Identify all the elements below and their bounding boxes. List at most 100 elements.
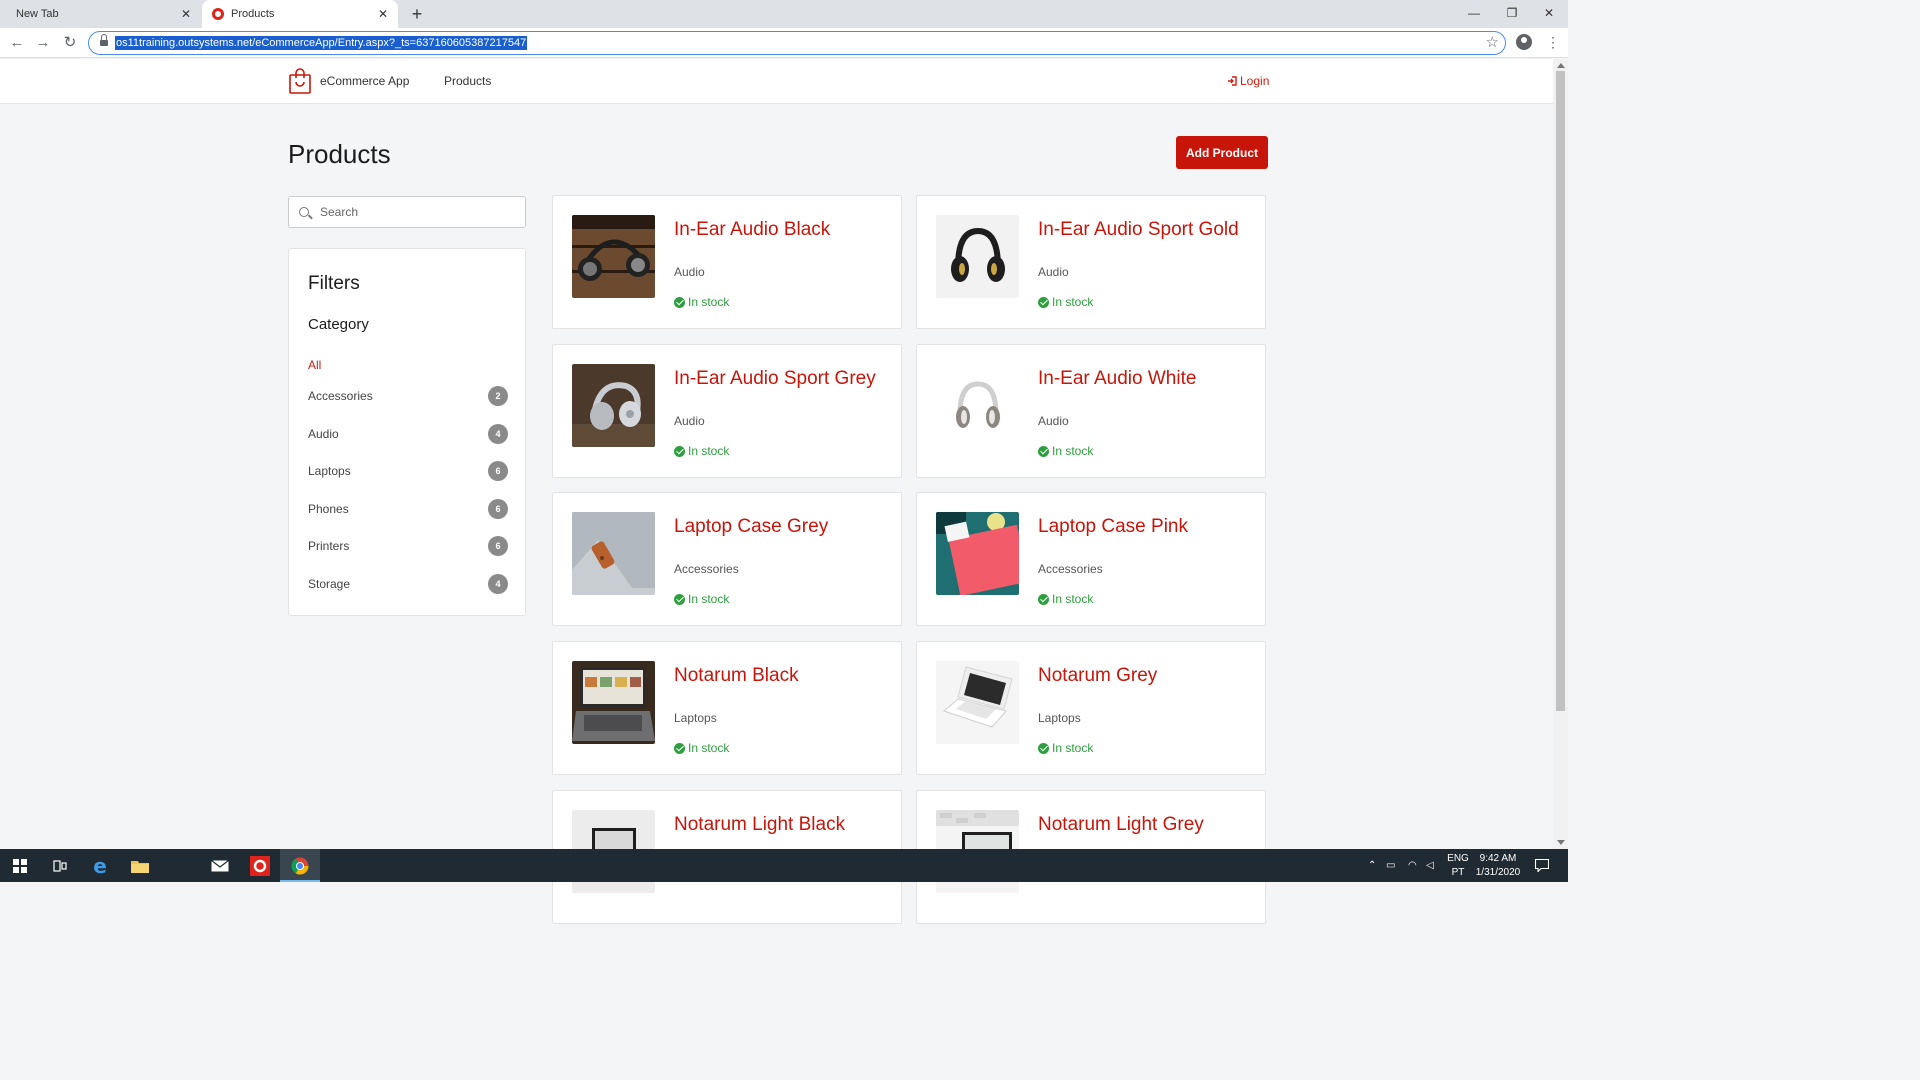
mail-icon[interactable] — [200, 849, 240, 882]
close-window-icon[interactable]: ✕ — [1539, 4, 1559, 22]
product-image-headphones-grey-on-wood[interactable] — [572, 364, 655, 447]
product-card[interactable]: Laptop Case Pink Accessories In stock — [916, 492, 1266, 626]
product-name[interactable]: In-Ear Audio Black — [674, 219, 830, 241]
category-label: Laptops — [308, 464, 351, 478]
show-hidden-icons-icon[interactable]: ⌃ — [1368, 849, 1376, 882]
stock-status: In stock — [674, 444, 729, 458]
count-badge: 6 — [488, 461, 508, 481]
profile-icon[interactable] — [1516, 34, 1532, 50]
product-name[interactable]: In-Ear Audio White — [1038, 368, 1196, 390]
close-icon[interactable]: ✕ — [376, 7, 390, 21]
category-filter-all[interactable]: All — [308, 355, 508, 375]
product-category: Audio — [674, 414, 705, 428]
file-explorer-icon[interactable] — [120, 849, 160, 882]
windows-start-icon[interactable] — [0, 849, 40, 882]
stock-label: In stock — [1052, 295, 1094, 309]
search-input[interactable] — [320, 203, 515, 221]
language-line: ENG — [1447, 853, 1469, 864]
check-circle-icon — [674, 296, 685, 308]
page-scrollbar[interactable] — [1553, 59, 1568, 849]
product-image-headphones-on-wood[interactable] — [572, 215, 655, 298]
tab-products[interactable]: Products ✕ — [202, 0, 398, 28]
product-category: Laptops — [1038, 711, 1081, 725]
product-image-felt-case-grey[interactable] — [572, 512, 655, 595]
restore-icon[interactable]: ❐ — [1502, 4, 1522, 22]
product-category: Laptops — [674, 711, 717, 725]
minimize-icon[interactable]: — — [1464, 4, 1484, 22]
scrollbar-thumb[interactable] — [1556, 71, 1565, 711]
stock-status: In stock — [674, 741, 729, 755]
back-icon[interactable]: ← — [7, 33, 27, 53]
outsystems-app-icon[interactable] — [240, 849, 280, 882]
product-image-laptop-white[interactable] — [936, 661, 1019, 744]
product-image-case-pink-teal[interactable] — [936, 512, 1019, 595]
app-header: eCommerce App Products Login — [0, 59, 1553, 104]
category-filter-accessories[interactable]: Accessories 2 — [308, 386, 508, 406]
chrome-browser-icon[interactable] — [280, 849, 320, 882]
reload-icon[interactable]: ↻ — [60, 33, 80, 53]
search-box[interactable] — [288, 196, 526, 228]
stock-label: In stock — [688, 444, 730, 458]
clock-date: 1/31/2020 — [1475, 867, 1521, 878]
product-card[interactable]: Notarum Black Laptops In stock — [552, 641, 902, 775]
browser-toolbar: ← → ↻ os11training.outsystems.net/eComme… — [0, 28, 1568, 58]
product-category: Accessories — [674, 562, 739, 576]
task-view-icon[interactable] — [40, 849, 80, 882]
filters-panel: Filters Category All Accessories 2 Audio… — [288, 248, 526, 616]
product-card[interactable]: In-Ear Audio White Audio In stock — [916, 344, 1266, 478]
product-card[interactable]: In-Ear Audio Sport Grey Audio In stock — [552, 344, 902, 478]
category-filter-phones[interactable]: Phones 6 — [308, 499, 508, 519]
product-name[interactable]: Notarum Light Grey — [1038, 814, 1204, 836]
edge-browser-icon[interactable]: e — [80, 849, 120, 882]
product-image-laptop-dark[interactable] — [572, 661, 655, 744]
count-badge: 6 — [488, 499, 508, 519]
stock-status: In stock — [1038, 444, 1093, 458]
product-card[interactable]: In-Ear Audio Black Audio In stock — [552, 195, 902, 329]
category-filter-audio[interactable]: Audio 4 — [308, 424, 508, 444]
category-filter-laptops[interactable]: Laptops 6 — [308, 461, 508, 481]
product-name[interactable]: Laptop Case Pink — [1038, 516, 1188, 538]
volume-icon[interactable]: ◁ — [1426, 849, 1434, 882]
category-filter-storage[interactable]: Storage 4 — [308, 574, 508, 594]
product-image-headphones-black-gold[interactable] — [936, 215, 1019, 298]
stock-status: In stock — [1038, 741, 1093, 755]
product-category: Audio — [1038, 414, 1069, 428]
scroll-down-icon[interactable] — [1557, 840, 1565, 845]
count-badge: 4 — [488, 574, 508, 594]
product-name[interactable]: In-Ear Audio Sport Grey — [674, 368, 876, 390]
product-name[interactable]: Notarum Light Black — [674, 814, 845, 836]
menu-icon[interactable]: ⋮ — [1546, 33, 1560, 51]
address-bar[interactable]: os11training.outsystems.net/eCommerceApp… — [88, 31, 1506, 55]
product-card[interactable]: Notarum Grey Laptops In stock — [916, 641, 1266, 775]
battery-icon[interactable]: ▭ — [1386, 849, 1395, 882]
bookmark-star-icon[interactable]: ☆ — [1486, 33, 1499, 51]
scroll-up-icon[interactable] — [1557, 63, 1565, 68]
product-card[interactable]: Laptop Case Grey Accessories In stock — [552, 492, 902, 626]
check-circle-icon — [1038, 593, 1049, 605]
close-icon[interactable]: ✕ — [179, 7, 193, 21]
tab-new-tab[interactable]: New Tab ✕ — [0, 0, 201, 28]
language-indicator[interactable]: ENG PT — [1446, 852, 1470, 880]
wifi-icon[interactable]: ◠ — [1408, 849, 1417, 882]
add-product-button[interactable]: Add Product — [1176, 136, 1268, 169]
product-name[interactable]: In-Ear Audio Sport Gold — [1038, 219, 1239, 241]
nav-products-link[interactable]: Products — [444, 74, 491, 88]
count-badge: 2 — [488, 386, 508, 406]
product-name[interactable]: Laptop Case Grey — [674, 516, 828, 538]
new-tab-button[interactable]: + — [408, 4, 426, 24]
forward-icon[interactable]: → — [33, 33, 53, 53]
check-circle-icon — [1038, 296, 1049, 308]
product-card[interactable]: In-Ear Audio Sport Gold Audio In stock — [916, 195, 1266, 329]
url-text[interactable]: os11training.outsystems.net/eCommerceApp… — [115, 36, 528, 50]
system-clock[interactable]: 9:42 AM 1/31/2020 — [1472, 852, 1524, 880]
category-filter-printers[interactable]: Printers 6 — [308, 536, 508, 556]
product-name[interactable]: Notarum Grey — [1038, 665, 1157, 687]
notifications-icon[interactable] — [1535, 849, 1549, 882]
login-link[interactable]: Login — [1227, 74, 1269, 88]
shopping-bag-logo-icon[interactable] — [289, 68, 311, 94]
count-badge: 4 — [488, 424, 508, 444]
product-image-headphones-white[interactable] — [936, 364, 1019, 447]
product-name[interactable]: Notarum Black — [674, 665, 799, 687]
brand-name[interactable]: eCommerce App — [320, 74, 409, 88]
product-category: Accessories — [1038, 562, 1103, 576]
